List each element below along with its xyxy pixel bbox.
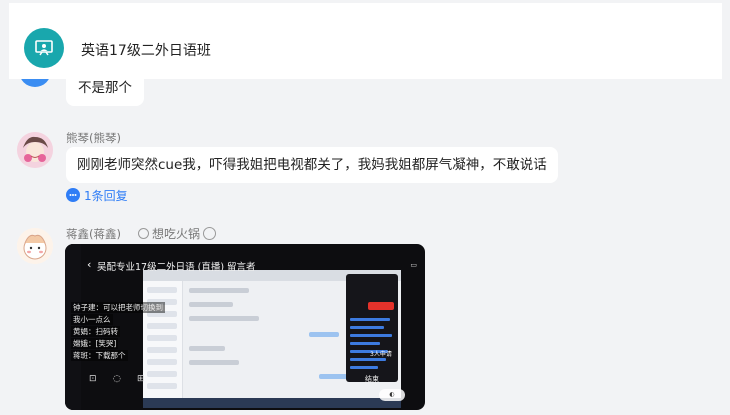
overlay-line: 嫦娥：[笑哭] <box>71 338 119 349</box>
group-title: 英语17级二外日语班 <box>81 43 211 59</box>
overlay-line: 黄娟：扫码转 <box>71 326 120 337</box>
chalkboard-teacher-icon <box>35 40 53 56</box>
user-status: 想吃火锅 <box>138 225 217 242</box>
reply-bubble-icon <box>66 188 80 202</box>
overlay-line: 蒋斑：下载那个 <box>71 350 128 361</box>
group-avatar[interactable] <box>24 28 64 68</box>
join-request-label: 3人申请 <box>370 351 392 358</box>
avatar[interactable] <box>17 132 53 168</box>
emoji-icon <box>203 227 217 240</box>
avatar[interactable] <box>17 228 53 264</box>
status-text: 想吃火锅 <box>152 227 201 241</box>
screenshot-pill: ◐ <box>379 389 405 401</box>
end-live-label: 结束 <box>365 375 379 383</box>
chat-header: 英语17级二外日语班 <box>9 3 722 79</box>
image-attachment[interactable]: ‹ 吴配专业17级二外日语 (直播) 留言者 ▭ 钟子建：可以把老师切换到 我小… <box>65 244 425 410</box>
thread-reply-link[interactable]: 1条回复 <box>66 186 128 204</box>
reply-count-label[interactable]: 1条回复 <box>84 187 128 204</box>
screenshot-live-panel <box>346 274 398 382</box>
share-icon: ⊞ <box>137 374 145 384</box>
status-bubble-icon <box>138 228 149 239</box>
chat-icon: ◌ <box>113 374 121 384</box>
screenshot-corner-label: ▭ <box>410 261 417 269</box>
overlay-line: 钟子建：可以把老师切换到 <box>71 302 165 313</box>
overlay-line: 我小一点么 <box>71 314 113 325</box>
sender-name: 蒋鑫(蒋鑫) <box>66 227 121 241</box>
avatar-photo-icon <box>17 132 53 168</box>
cartoon-avatar-icon <box>17 228 53 264</box>
screenshot-title: 吴配专业17级二外日语 (直播) 留言者 <box>97 262 256 273</box>
back-arrow-icon: ‹ <box>87 258 92 271</box>
sender-name: 熊琴(熊琴) <box>66 131 121 145</box>
message-bubble: 刚刚老师突然cue我，吓得我姐把电视都关了，我妈我姐都屏气凝神，不敢说话 <box>66 147 558 183</box>
screenshot-icon: ⊡ <box>89 374 97 384</box>
